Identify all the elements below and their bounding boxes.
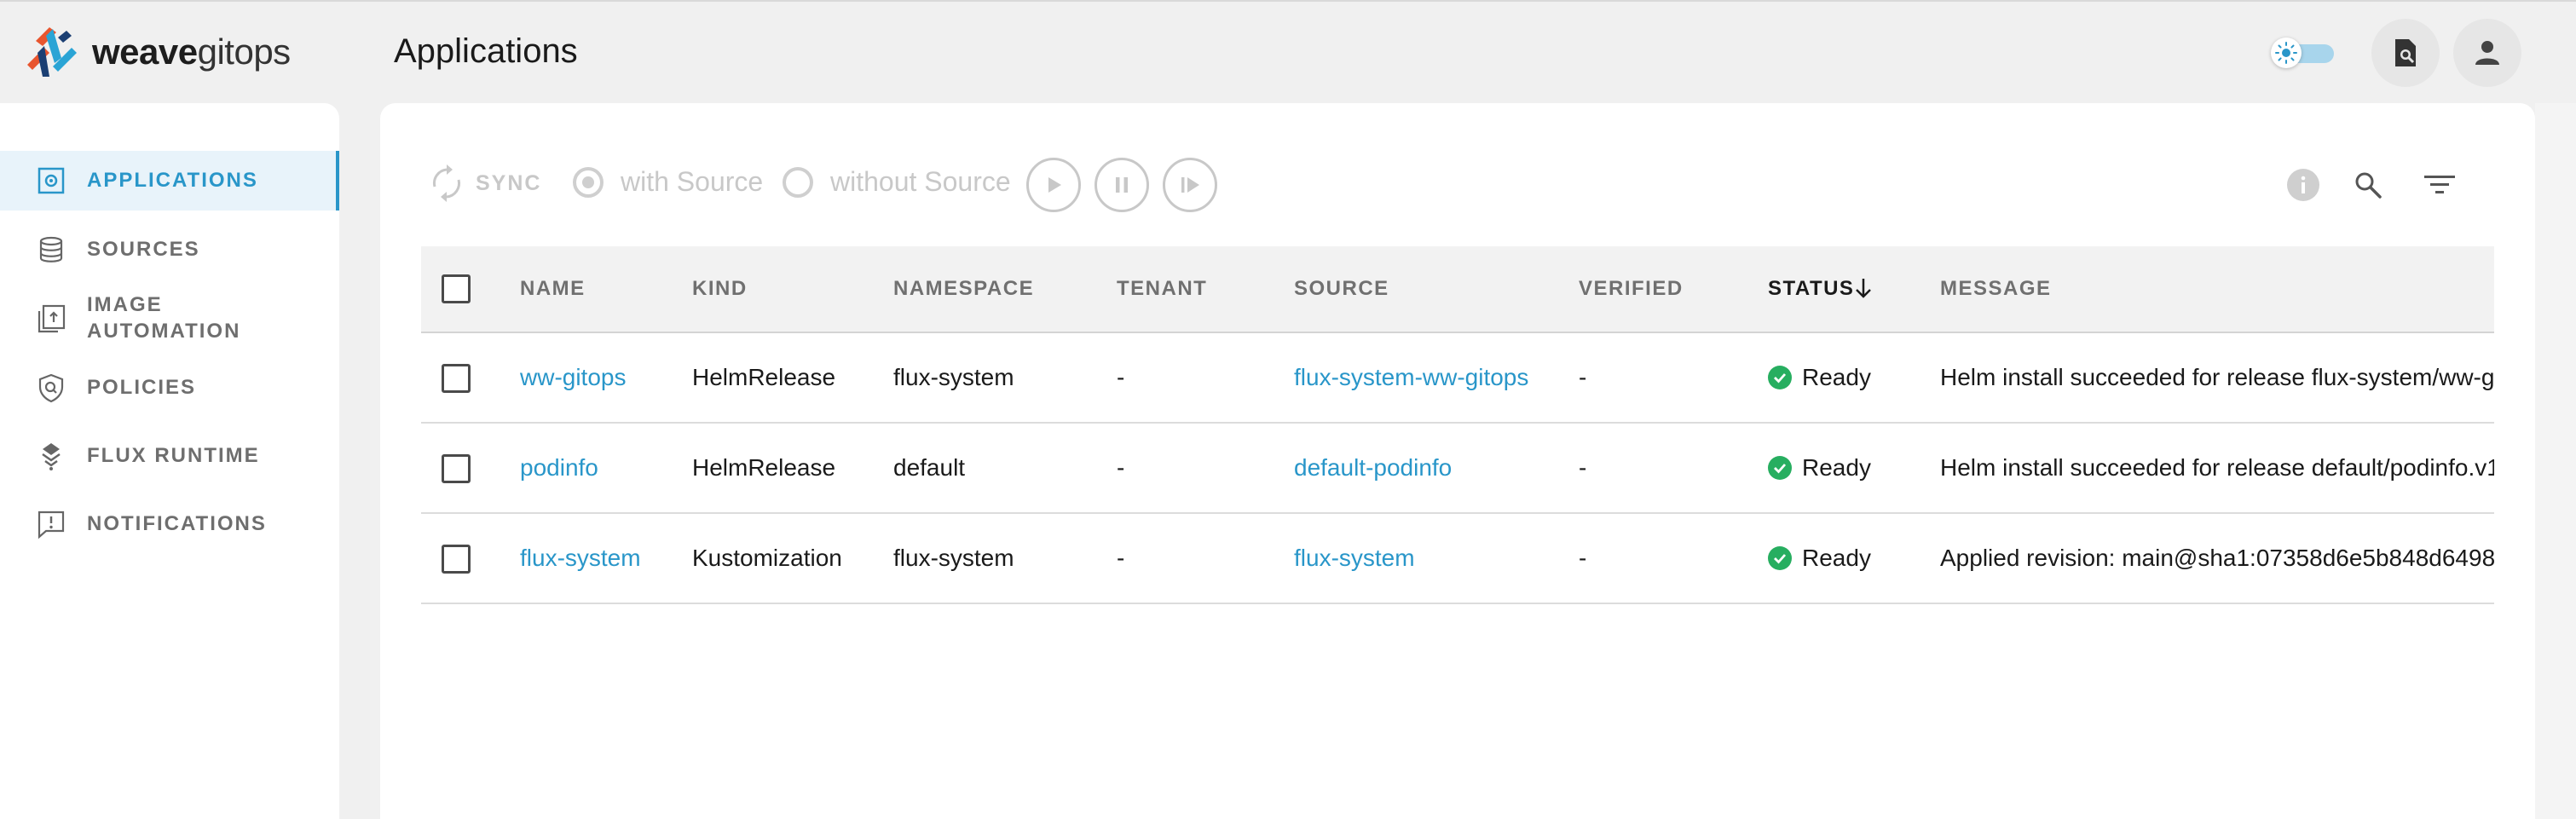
check-circle-icon (1768, 456, 1792, 480)
table-header: NAME KIND NAMESPACE TENANT SOURCE VERIFI… (421, 246, 2494, 333)
weave-logo-icon (27, 27, 77, 77)
search-button[interactable] (2349, 166, 2387, 204)
step-forward-icon (1181, 177, 1199, 193)
radio-unselected-indicator (783, 166, 813, 198)
sidebar: APPLICATIONS SOURCES IMAGE AUTOMATION POL… (0, 103, 339, 819)
flux-icon (34, 439, 68, 473)
row-namespace: default (893, 454, 966, 481)
row-message: Applied revision: main@sha1:07358d6e5b84… (1940, 545, 2494, 571)
sidebar-item-label: POLICIES (87, 376, 197, 399)
select-all-checkbox[interactable] (442, 274, 471, 303)
notification-alert-icon (34, 507, 68, 541)
sidebar-item-label: FLUX RUNTIME (87, 444, 260, 467)
row-status: Ready (1802, 364, 1871, 390)
column-header-name[interactable]: NAME (520, 277, 586, 301)
row-tenant: - (1117, 545, 1125, 571)
user-icon (2475, 41, 2499, 65)
sidebar-item-applications[interactable]: APPLICATIONS (0, 151, 339, 211)
docs-search-button[interactable] (2371, 19, 2440, 87)
brand-name: weavegitops (92, 32, 291, 72)
row-checkbox[interactable] (442, 545, 471, 574)
top-border (0, 0, 2576, 2)
document-search-icon (2395, 39, 2416, 66)
filter-button[interactable] (2421, 166, 2458, 204)
with-source-label: with Source (621, 166, 764, 197)
sun-icon (2271, 37, 2302, 68)
main-panel: SYNC with Source without Source NAME KIN… (380, 103, 2535, 819)
sidebar-item-label: IMAGE AUTOMATION (87, 293, 241, 343)
column-header-namespace[interactable]: NAMESPACE (893, 277, 1034, 301)
brand-logo[interactable]: weavegitops (24, 24, 291, 80)
filter-icon (2424, 176, 2455, 193)
column-header-kind[interactable]: KIND (692, 277, 748, 301)
row-message: Helm install succeeded for release flux-… (1940, 364, 2494, 390)
row-namespace: flux-system (893, 364, 1014, 390)
shield-search-icon (34, 371, 68, 405)
right-scroll-area[interactable] (2535, 103, 2576, 819)
without-source-label: without Source (830, 166, 1011, 197)
pause-icon (1116, 177, 1128, 193)
page-title: Applications (394, 32, 578, 70)
sidebar-item-label: SOURCES (87, 238, 200, 261)
row-name-link[interactable]: ww-gitops (520, 364, 626, 391)
sort-descending-icon[interactable] (1851, 275, 1875, 301)
sidebar-item-flux-runtime[interactable]: FLUX RUNTIME (0, 430, 339, 482)
row-checkbox[interactable] (442, 364, 471, 393)
row-source-link[interactable]: flux-system (1294, 545, 1415, 572)
column-header-status[interactable]: STATUS (1768, 277, 1854, 301)
column-header-message[interactable]: MESSAGE (1940, 277, 2052, 301)
table-row[interactable]: flux-system Kustomization flux-system - … (421, 514, 2494, 604)
info-icon (2287, 169, 2319, 201)
row-verified: - (1579, 454, 1587, 481)
sidebar-item-label: APPLICATIONS (87, 169, 258, 192)
inject-button[interactable] (1163, 158, 1217, 212)
column-header-source[interactable]: SOURCE (1294, 277, 1389, 301)
row-source-link[interactable]: default-podinfo (1294, 454, 1452, 482)
column-header-tenant[interactable]: TENANT (1117, 277, 1207, 301)
check-circle-icon (1768, 546, 1792, 570)
sync-icon (433, 164, 460, 202)
row-name-link[interactable]: flux-system (520, 545, 641, 572)
sidebar-item-policies[interactable]: POLICIES (0, 362, 339, 413)
row-name-link[interactable]: podinfo (520, 454, 598, 482)
row-checkbox[interactable] (442, 454, 471, 483)
row-kind: HelmRelease (692, 454, 836, 481)
without-source-radio[interactable]: without Source (783, 166, 1011, 198)
search-icon (2355, 172, 2382, 199)
column-header-verified[interactable]: VERIFIED (1579, 277, 1684, 301)
suspend-button[interactable] (1095, 158, 1149, 212)
row-source-link[interactable]: flux-system-ww-gitops (1294, 364, 1528, 391)
sync-button[interactable]: SYNC (430, 164, 541, 202)
resume-button[interactable] (1026, 158, 1081, 212)
sidebar-item-notifications[interactable]: NOTIFICATIONS (0, 499, 339, 550)
table-row[interactable]: podinfo HelmRelease default - default-po… (421, 424, 2494, 514)
radio-selected-indicator (573, 166, 604, 198)
image-automation-icon (34, 302, 68, 336)
database-icon (34, 233, 68, 267)
table-row[interactable]: ww-gitops HelmRelease flux-system - flux… (421, 333, 2494, 424)
info-button[interactable] (2284, 166, 2322, 204)
check-circle-icon (1768, 366, 1792, 389)
row-message: Helm install succeeded for release defau… (1940, 454, 2494, 481)
row-kind: HelmRelease (692, 364, 836, 390)
user-account-button[interactable] (2453, 19, 2521, 87)
theme-toggle[interactable] (2271, 37, 2337, 68)
row-status: Ready (1802, 454, 1871, 481)
row-namespace: flux-system (893, 545, 1014, 571)
with-source-radio[interactable]: with Source (573, 166, 763, 198)
sidebar-item-sources[interactable]: SOURCES (0, 224, 339, 275)
sidebar-item-image-automation[interactable]: IMAGE AUTOMATION (0, 289, 339, 349)
applications-icon (34, 164, 68, 198)
row-verified: - (1579, 545, 1587, 571)
sync-label: SYNC (476, 170, 542, 195)
row-kind: Kustomization (692, 545, 842, 571)
sidebar-item-label: NOTIFICATIONS (87, 512, 267, 535)
row-tenant: - (1117, 454, 1125, 481)
row-tenant: - (1117, 364, 1125, 390)
row-status: Ready (1802, 545, 1871, 571)
play-icon (1048, 177, 1061, 193)
row-verified: - (1579, 364, 1587, 390)
